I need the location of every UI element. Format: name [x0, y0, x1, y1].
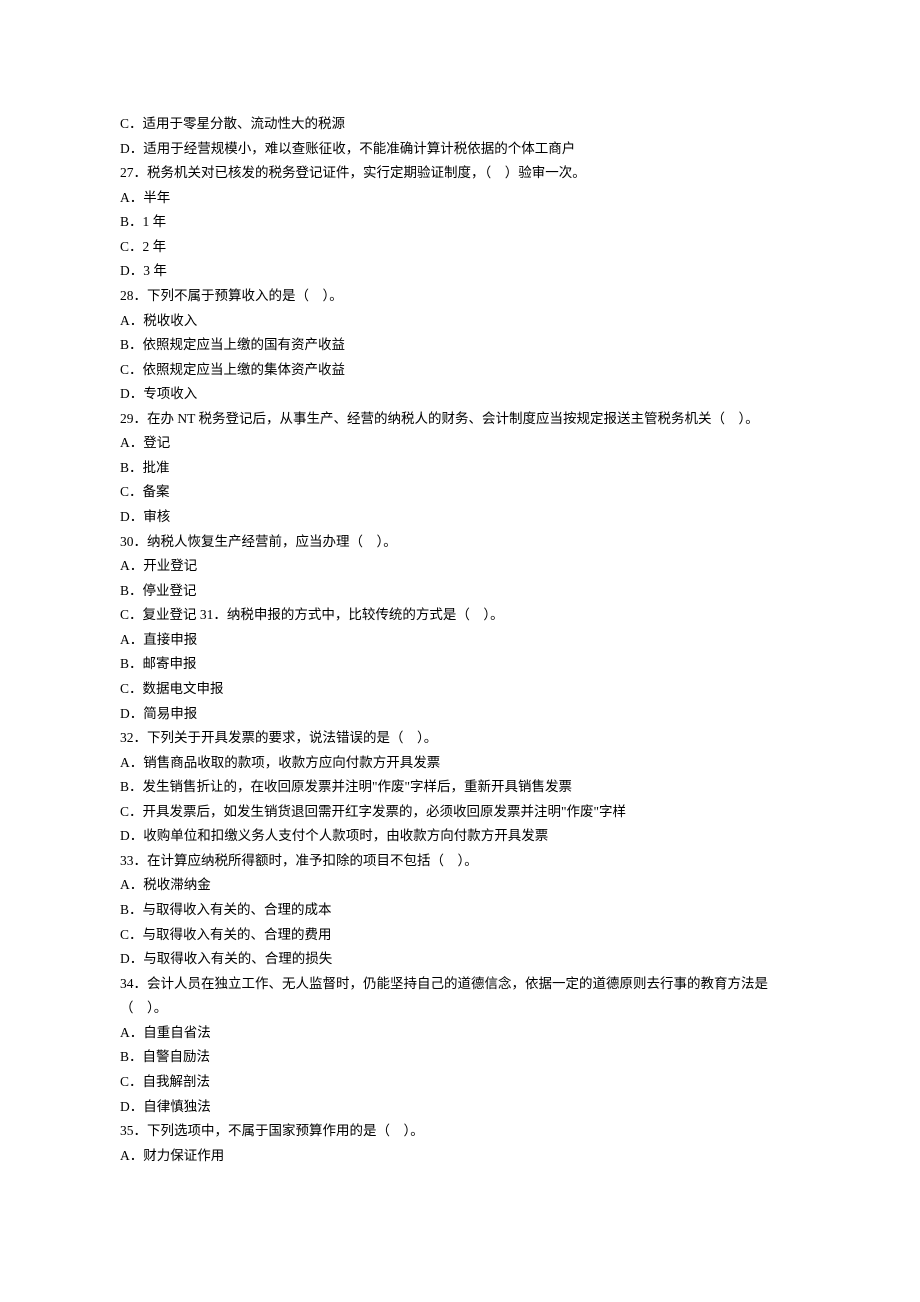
- text-line: 27．税务机关对已核发的税务登记证件，实行定期验证制度，（ ）验审一次。: [120, 161, 800, 186]
- text-line: D．3 年: [120, 259, 800, 284]
- document-page: C．适用于零星分散、流动性大的税源 D．适用于经营规模小，难以查账征收，不能准确…: [0, 0, 920, 1228]
- text-line: A．税收滞纳金: [120, 873, 800, 898]
- text-line: C．2 年: [120, 235, 800, 260]
- text-line: C．备案: [120, 480, 800, 505]
- text-line: 30．纳税人恢复生产经营前，应当办理（ ）。: [120, 530, 800, 555]
- text-line: C．依照规定应当上缴的集体资产收益: [120, 358, 800, 383]
- text-line: B．发生销售折让的，在收回原发票并注明"作废"字样后，重新开具销售发票: [120, 775, 800, 800]
- text-line: D．审核: [120, 505, 800, 530]
- text-line: D．收购单位和扣缴义务人支付个人款项时，由收款方向付款方开具发票: [120, 824, 800, 849]
- text-line: B．自警自励法: [120, 1045, 800, 1070]
- text-line: A．开业登记: [120, 554, 800, 579]
- text-line: B．与取得收入有关的、合理的成本: [120, 898, 800, 923]
- text-line: C．自我解剖法: [120, 1070, 800, 1095]
- text-line: A．直接申报: [120, 628, 800, 653]
- text-line: 29．在办 NT 税务登记后，从事生产、经营的纳税人的财务、会计制度应当按规定报…: [120, 407, 800, 432]
- text-line: D．简易申报: [120, 702, 800, 727]
- text-line: C．开具发票后，如发生销货退回需开红字发票的，必须收回原发票并注明"作废"字样: [120, 800, 800, 825]
- text-line: D．适用于经营规模小，难以查账征收，不能准确计算计税依据的个体工商户: [120, 137, 800, 162]
- text-line: D．与取得收入有关的、合理的损失: [120, 947, 800, 972]
- text-line: B．邮寄申报: [120, 652, 800, 677]
- text-line: D．自律慎独法: [120, 1095, 800, 1120]
- text-line: 35．下列选项中，不属于国家预算作用的是（ ）。: [120, 1119, 800, 1144]
- text-line: 28．下列不属于预算收入的是（ ）。: [120, 284, 800, 309]
- text-line: 34．会计人员在独立工作、无人监督时，仍能坚持自己的道德信念，依据一定的道德原则…: [120, 972, 800, 1021]
- text-line: A．自重自省法: [120, 1021, 800, 1046]
- text-line: B．批准: [120, 456, 800, 481]
- text-line: C．复业登记 31．纳税申报的方式中，比较传统的方式是（ ）。: [120, 603, 800, 628]
- text-line: 33．在计算应纳税所得额时，准予扣除的项目不包括（ ）。: [120, 849, 800, 874]
- text-line: C．数据电文申报: [120, 677, 800, 702]
- text-line: A．销售商品收取的款项，收款方应向付款方开具发票: [120, 751, 800, 776]
- text-line: A．登记: [120, 431, 800, 456]
- text-line: C．适用于零星分散、流动性大的税源: [120, 112, 800, 137]
- text-line: B．依照规定应当上缴的国有资产收益: [120, 333, 800, 358]
- text-line: D．专项收入: [120, 382, 800, 407]
- text-line: C．与取得收入有关的、合理的费用: [120, 923, 800, 948]
- text-line: B．1 年: [120, 210, 800, 235]
- text-line: 32．下列关于开具发票的要求，说法错误的是（ ）。: [120, 726, 800, 751]
- text-line: A．半年: [120, 186, 800, 211]
- text-line: B．停业登记: [120, 579, 800, 604]
- text-line: A．税收收入: [120, 309, 800, 334]
- text-line: A．财力保证作用: [120, 1144, 800, 1169]
